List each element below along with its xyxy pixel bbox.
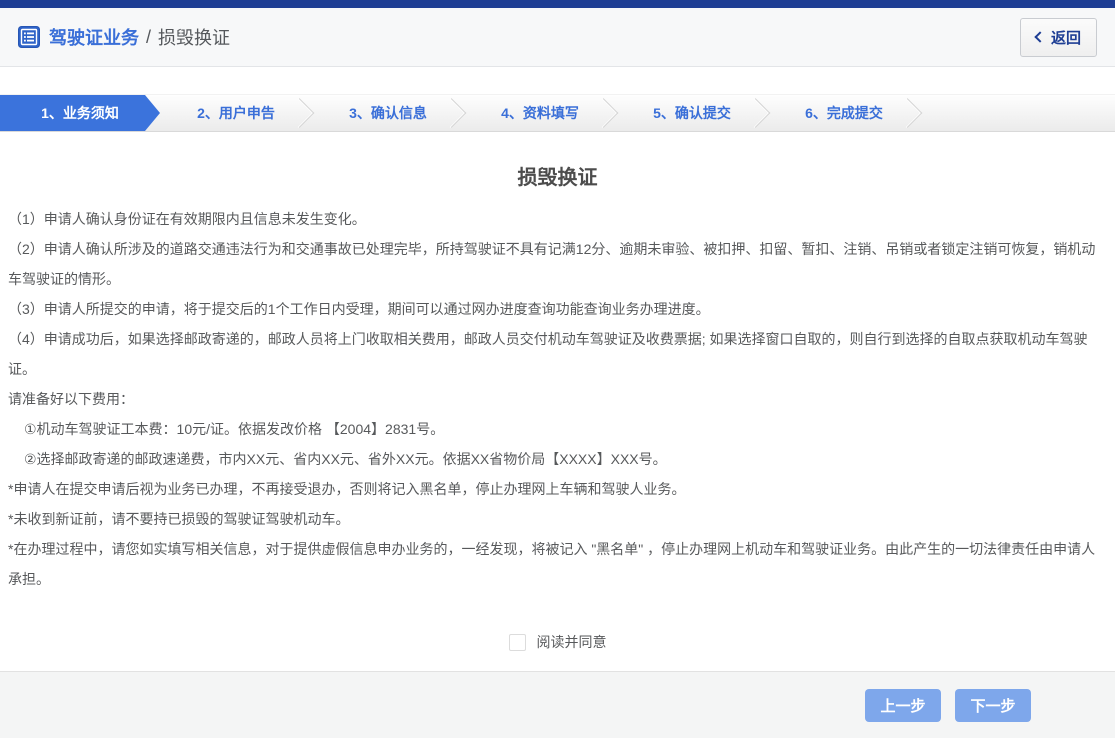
notice-paragraph: （1）申请人确认身份证在有效期限内且信息未发生变化。 [8,211,366,227]
agree-label[interactable]: 阅读并同意 [537,632,607,652]
notice-list: （1）申请人确认身份证在有效期限内且信息未发生变化。 （2）申请人确认所涉及的道… [0,204,1115,594]
step-tab-label: 5、确认提交 [653,105,731,121]
top-accent-bar [0,0,1115,8]
step-progress-bar: 1、业务须知 2、用户申告 3、确认信息 4、资料填写 5、确认提交 6、完成提… [0,94,1115,132]
back-button-label: 返回 [1050,29,1081,47]
step-tab-label: 4、资料填写 [501,105,579,121]
step-tab-5[interactable]: 5、确认提交 [616,95,768,131]
notice-paragraph: *申请人在提交申请后视为业务已办理，不再接受退办，否则将记入黑名单，停止办理网上… [8,481,686,497]
agree-checkbox[interactable] [508,633,526,651]
next-step-button[interactable]: 下一步 [955,688,1031,722]
notice-paragraph: ②选择邮政寄递的邮政速递费，市内XX元、省内XX元、省外XX元。依据XX省物价局… [24,451,667,467]
steps-filler [920,95,1115,131]
breadcrumb-current-page: 损毁换证 [158,28,231,48]
agreement-row: 阅读并同意 [0,632,1115,652]
prev-step-button[interactable]: 上一步 [865,688,941,722]
breadcrumb-service-category[interactable]: 驾驶证业务 [49,24,139,50]
notice-paragraph: *未收到新证前，请不要持已损毁的驾驶证驾驶机动车。 [8,511,350,527]
step-tab-label: 1、业务须知 [41,105,119,121]
chevron-left-icon [1034,31,1046,43]
page-header: 驾驶证业务 / 损毁换证 返回 [0,8,1115,67]
step-tab-3[interactable]: 3、确认信息 [312,95,464,131]
notice-paragraph: *在办理过程中，请您如实填写相关信息，对于提供虚假信息申办业务的，一经发现，将被… [8,541,1096,587]
page-title: 损毁换证 [517,167,598,189]
step-tab-label: 2、用户申告 [197,105,275,121]
notice-paragraph: （4）申请成功后，如果选择邮政寄递的，邮政人员将上门收取相关费用，邮政人员交付机… [8,331,1088,377]
back-button[interactable]: 返回 [1019,17,1097,57]
step-tab-2[interactable]: 2、用户申告 [160,95,312,131]
step-tab-1[interactable]: 1、业务须知 [0,95,160,131]
menu-list-icon [18,26,40,48]
notice-paragraph: （2）申请人确认所涉及的道路交通违法行为和交通事故已处理完毕，所持驾驶证不具有记… [8,241,1096,287]
breadcrumb: 驾驶证业务 / 损毁换证 [18,24,230,50]
main-content: 损毁换证 （1）申请人确认身份证在有效期限内且信息未发生变化。 （2）申请人确认… [0,161,1115,652]
breadcrumb-separator: / [146,26,152,47]
footer-bar: 上一步 下一步 [0,671,1115,738]
step-tab-4[interactable]: 4、资料填写 [464,95,616,131]
step-tab-label: 6、完成提交 [805,105,883,121]
notice-paragraph: 请准备好以下费用： [8,391,134,407]
step-tab-label: 3、确认信息 [349,105,427,121]
step-tab-6[interactable]: 6、完成提交 [768,95,920,131]
notice-paragraph: （3）申请人所提交的申请，将于提交后的1个工作日内受理，期间可以通过网办进度查询… [8,301,710,317]
notice-paragraph: ①机动车驾驶证工本费：10元/证。依据发改价格 【2004】2831号。 [24,421,445,437]
